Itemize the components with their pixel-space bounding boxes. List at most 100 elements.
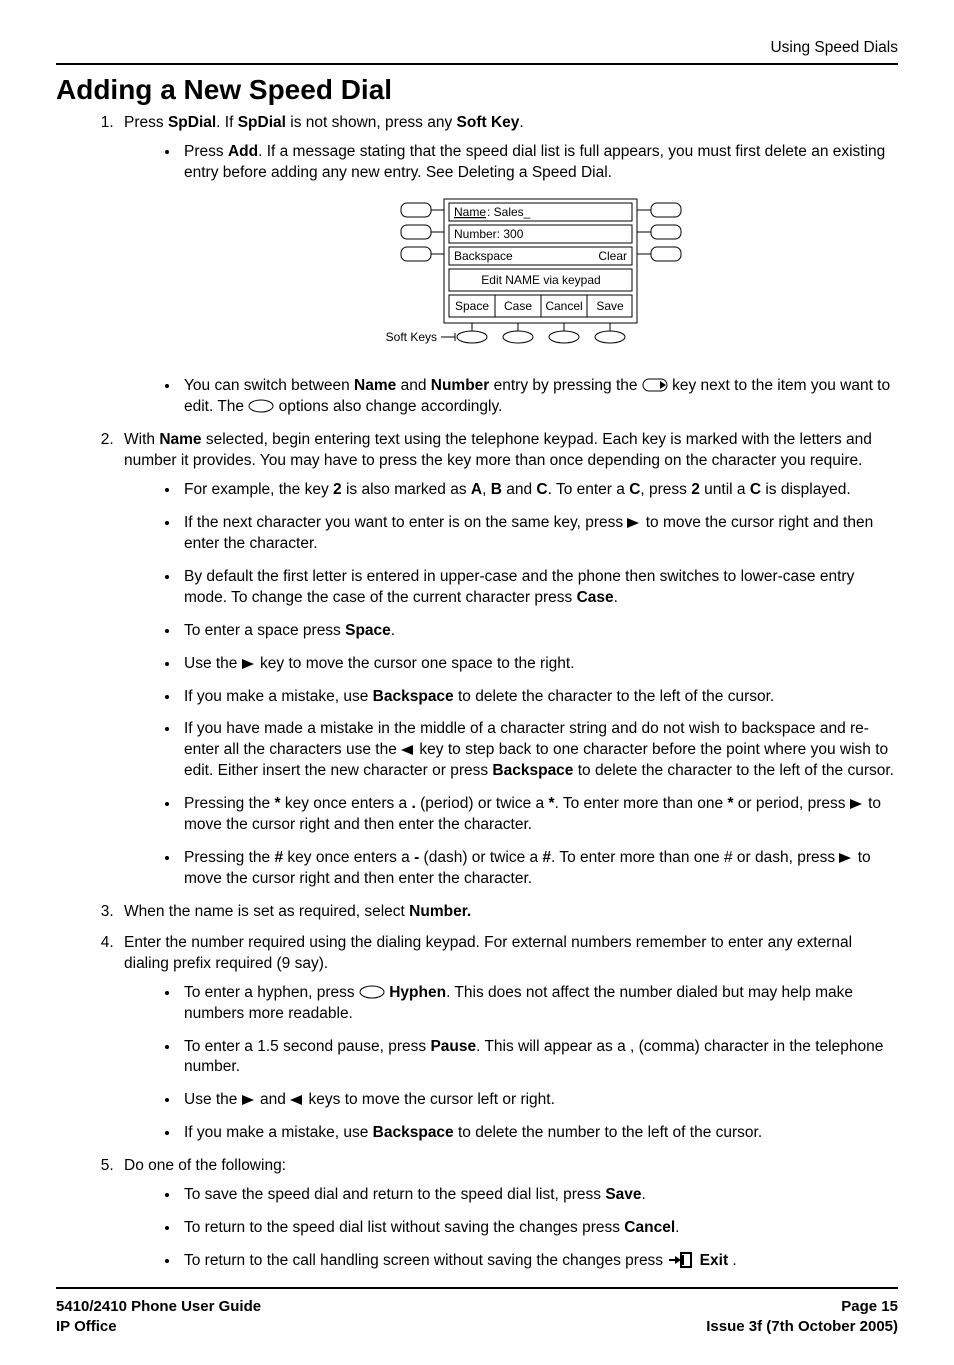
t: key to move the cursor one space to the …: [256, 655, 575, 672]
t: To return to the call handling screen wi…: [184, 1252, 667, 1269]
t: , press: [640, 481, 691, 498]
right-arrow-icon: [850, 798, 864, 810]
footer-guide: 5410/2410 Phone User Guide: [56, 1297, 261, 1317]
svg-text:Edit NAME via keypad: Edit NAME via keypad: [481, 273, 600, 287]
t: or period, press: [733, 795, 849, 812]
t: 2: [333, 481, 342, 498]
svg-text:Number: 300: Number: 300: [454, 227, 524, 241]
s5b1: To save the speed dial and return to the…: [180, 1185, 898, 1206]
main-steps: Press SpDial. If SpDial is not shown, pr…: [56, 113, 898, 1275]
footer-issue: Issue 3f (7th October 2005): [706, 1317, 898, 1337]
t: . To enter more than one: [555, 795, 728, 812]
right-arrow-icon: [839, 852, 853, 864]
t: and: [256, 1091, 290, 1108]
t: Name: [354, 377, 396, 394]
t: Number.: [409, 903, 471, 920]
t: . To enter a: [548, 481, 630, 498]
t: to delete the character to the left of t…: [573, 762, 894, 779]
t: and: [502, 481, 536, 498]
header-rule: [56, 63, 898, 65]
step-2: With Name selected, begin entering text …: [118, 430, 898, 890]
t: .: [519, 114, 523, 131]
t: .: [614, 589, 618, 606]
t: C: [536, 481, 547, 498]
svg-text:Backspace: Backspace: [454, 249, 513, 263]
t: Backspace: [373, 688, 454, 705]
page-header-section: Using Speed Dials: [56, 38, 898, 61]
t: If you make a mistake, use: [184, 1124, 373, 1141]
t: .: [391, 622, 395, 639]
t: By default the first letter is entered i…: [184, 568, 854, 606]
svg-text:Cancel: Cancel: [545, 299, 582, 313]
right-arrow-icon: [242, 658, 256, 670]
t: key once enters a: [283, 849, 414, 866]
t: Press: [124, 114, 168, 131]
t: . To enter more than one # or dash, pres…: [551, 849, 839, 866]
svg-text:Space: Space: [455, 299, 489, 313]
footer-product: IP Office: [56, 1317, 261, 1337]
s2b6: If you make a mistake, use Backspace to …: [180, 687, 898, 708]
t: 2: [691, 481, 700, 498]
svg-text:Name: Name: [454, 205, 486, 219]
step2-sub: For example, the key 2 is also marked as…: [124, 480, 898, 890]
t: Do one of the following:: [124, 1157, 286, 1174]
key-right-icon: [642, 378, 668, 392]
t: Number: [431, 377, 490, 394]
t: Use the: [184, 655, 242, 672]
t: To enter a hyphen, press: [184, 984, 359, 1001]
t: options also change accordingly.: [274, 398, 502, 415]
footer-rule: [56, 1287, 898, 1289]
page-footer: 5410/2410 Phone User Guide IP Office Pag…: [56, 1297, 898, 1338]
s2b4: To enter a space press Space.: [180, 621, 898, 642]
svg-text:: Sales_: : Sales_: [487, 205, 531, 219]
t: (period) or twice a: [416, 795, 549, 812]
t: #: [274, 849, 283, 866]
s2b3: By default the first letter is entered i…: [180, 567, 898, 609]
t: For example, the key: [184, 481, 333, 498]
svg-text:Soft Keys: Soft Keys: [386, 330, 437, 344]
s2b5: Use the key to move the cursor one space…: [180, 654, 898, 675]
t: C: [750, 481, 761, 498]
t: Pressing the: [184, 795, 274, 812]
svg-text:Save: Save: [596, 299, 624, 313]
t: Soft Key: [457, 114, 520, 131]
t: With: [124, 431, 159, 448]
t: keys to move the cursor left or right.: [304, 1091, 555, 1108]
svg-text:Case: Case: [504, 299, 532, 313]
step-3: When the name is set as required, select…: [118, 902, 898, 923]
t: (dash) or twice a: [419, 849, 542, 866]
t: is also marked as: [342, 481, 471, 498]
t: is not shown, press any: [286, 114, 457, 131]
step4-sub: To enter a hyphen, press Hyphen. This do…: [124, 983, 898, 1145]
t: .: [728, 1252, 737, 1269]
t: When the name is set as required, select: [124, 903, 409, 920]
oval-key-icon: [248, 399, 274, 413]
s4b4: If you make a mistake, use Backspace to …: [180, 1123, 898, 1144]
footer-left: 5410/2410 Phone User Guide IP Office: [56, 1297, 261, 1338]
footer-page: Page 15: [706, 1297, 898, 1317]
step1-sub2: You can switch between Name and Number e…: [124, 376, 898, 418]
t: SpDial: [168, 114, 216, 131]
right-arrow-icon: [627, 517, 641, 529]
t: .: [675, 1219, 679, 1236]
step1-bullet1: Press Add. If a message stating that the…: [180, 142, 898, 184]
t: Save: [605, 1186, 641, 1203]
step1-bullet2: You can switch between Name and Number e…: [180, 376, 898, 418]
t: Hyphen: [385, 984, 446, 1001]
s5b3: To return to the call handling screen wi…: [180, 1251, 898, 1275]
t: key once enters a: [281, 795, 412, 812]
phone-diagram: Name : Sales_ Number: 300 Backspace Clea…: [124, 195, 898, 362]
t: Add: [228, 143, 258, 160]
t: SpDial: [238, 114, 286, 131]
t: C: [629, 481, 640, 498]
t: Case: [577, 589, 614, 606]
t: Backspace: [492, 762, 573, 779]
oval-key-icon: [359, 985, 385, 999]
t: . If: [216, 114, 238, 131]
footer-right: Page 15 Issue 3f (7th October 2005): [706, 1297, 898, 1338]
t: ,: [482, 481, 491, 498]
page-title: Adding a New Speed Dial: [56, 71, 898, 109]
t: Pressing the: [184, 849, 274, 866]
s2b1: For example, the key 2 is also marked as…: [180, 480, 898, 501]
step-4: Enter the number required using the dial…: [118, 933, 898, 1144]
